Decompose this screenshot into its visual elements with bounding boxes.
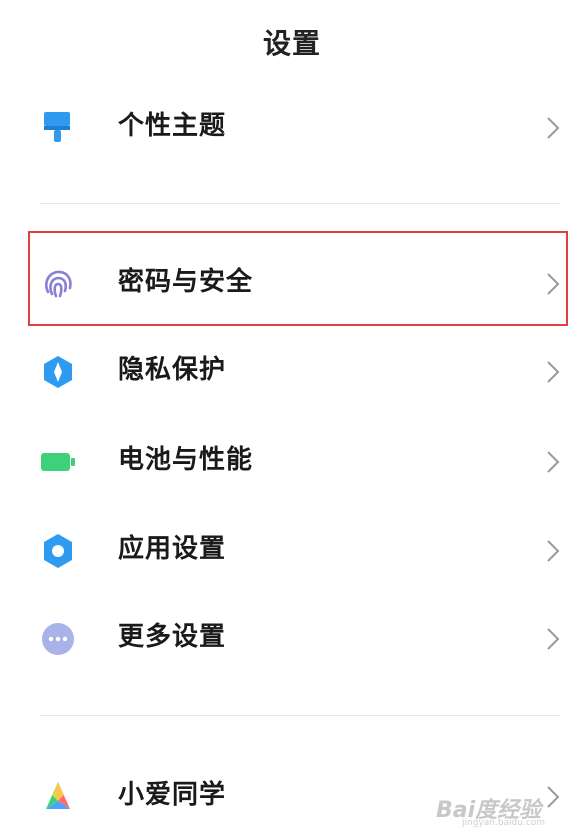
highlight-box bbox=[28, 231, 568, 326]
section-divider bbox=[40, 203, 560, 204]
section-divider bbox=[40, 715, 560, 716]
settings-item-label: 电池与性能 bbox=[118, 445, 254, 475]
settings-item-battery[interactable]: 电池与性能 bbox=[0, 420, 584, 500]
settings-item-label: 小爱同学 bbox=[118, 780, 227, 810]
settings-item-app-settings[interactable]: 应用设置 bbox=[0, 509, 584, 589]
paintbrush-icon bbox=[44, 112, 70, 142]
settings-item-label: 隐私保护 bbox=[118, 355, 227, 385]
settings-item-more-settings[interactable]: 更多设置 bbox=[0, 597, 584, 677]
gear-icon bbox=[44, 534, 72, 568]
chevron-right-icon bbox=[547, 628, 560, 650]
chevron-right-icon bbox=[547, 361, 560, 383]
settings-item-theme[interactable]: 个性主题 bbox=[0, 86, 584, 166]
page-title: 设置 bbox=[262, 27, 321, 60]
settings-item-label: 个性主题 bbox=[118, 111, 227, 141]
more-dots-icon bbox=[42, 623, 74, 655]
watermark-url: jingyan.baidu.com bbox=[462, 818, 546, 828]
chevron-right-icon bbox=[547, 540, 560, 562]
chevron-right-icon bbox=[547, 451, 560, 473]
chevron-right-icon bbox=[547, 117, 560, 139]
battery-icon bbox=[41, 453, 75, 471]
baidu-watermark: Bai度经验 jingyan.baidu.com bbox=[436, 792, 576, 828]
settings-item-label: 应用设置 bbox=[118, 534, 227, 564]
settings-item-label: 更多设置 bbox=[118, 622, 227, 652]
privacy-shield-icon bbox=[44, 356, 72, 388]
settings-item-privacy[interactable]: 隐私保护 bbox=[0, 330, 584, 410]
xiaoai-logo-icon bbox=[46, 782, 70, 809]
